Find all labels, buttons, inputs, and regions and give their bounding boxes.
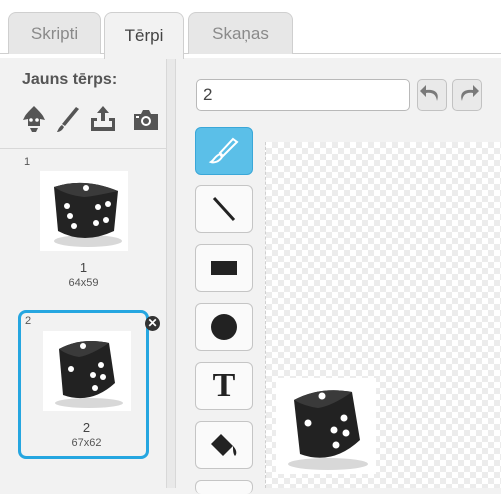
ellipse-tool-icon xyxy=(211,314,237,340)
text-tool-button[interactable]: T xyxy=(195,362,253,410)
costume-size: 64x59 xyxy=(68,277,99,289)
costume-name-input[interactable] xyxy=(196,79,410,111)
pane-separator xyxy=(0,148,166,149)
tab-costumes[interactable]: Tērpi xyxy=(104,12,184,59)
canvas-costume-image xyxy=(276,378,376,474)
undo-button[interactable] xyxy=(417,79,447,111)
costume-library-icon[interactable] xyxy=(20,104,50,134)
brush-tool-icon xyxy=(208,137,239,164)
rectangle-tool-icon xyxy=(211,261,237,275)
new-costume-icons xyxy=(20,104,166,134)
more-tools[interactable] xyxy=(195,480,253,494)
tab-sounds[interactable]: Skaņas xyxy=(188,12,293,54)
text-tool-icon: T xyxy=(212,367,236,404)
costume-item-selected[interactable]: 2 ✕ 2 67x62 xyxy=(18,310,160,459)
camera-icon[interactable] xyxy=(131,104,161,134)
costume-name: 2 xyxy=(82,420,91,435)
costume-thumbnail xyxy=(40,171,128,251)
costume-name: 1 xyxy=(79,260,88,275)
line-tool-button[interactable] xyxy=(195,185,253,233)
undo-icon xyxy=(420,85,438,101)
line-tool-icon xyxy=(212,196,236,222)
brush-tool-button[interactable] xyxy=(195,127,253,175)
costume-size: 67x62 xyxy=(71,437,102,449)
rectangle-tool-button[interactable] xyxy=(195,244,253,292)
tab-bar: Skripti Tērpi Skaņas xyxy=(0,0,501,59)
drawing-canvas[interactable] xyxy=(265,142,501,488)
redo-icon xyxy=(461,85,479,101)
paint-brush-icon[interactable] xyxy=(54,104,84,134)
costumes-pane: Jauns tērps: 1 1 64x59 2 ✕ 2 67x62 xyxy=(0,58,166,488)
new-costume-label: Jauns tērps: xyxy=(22,71,118,88)
pane-divider[interactable] xyxy=(166,58,176,488)
delete-costume-button[interactable]: ✕ xyxy=(145,316,160,331)
fill-tool-button[interactable] xyxy=(195,421,253,469)
redo-button[interactable] xyxy=(452,79,482,111)
costume-thumbnail xyxy=(43,331,131,411)
upload-icon[interactable] xyxy=(88,104,118,134)
costume-index: 1 xyxy=(24,156,31,168)
ellipse-tool-button[interactable] xyxy=(195,303,253,351)
costume-index: 2 xyxy=(25,315,32,327)
paint-editor: T xyxy=(176,58,501,494)
costume-item[interactable]: 1 1 64x59 xyxy=(18,156,149,298)
fill-tool-icon xyxy=(211,434,237,456)
tab-scripts[interactable]: Skripti xyxy=(8,12,101,54)
